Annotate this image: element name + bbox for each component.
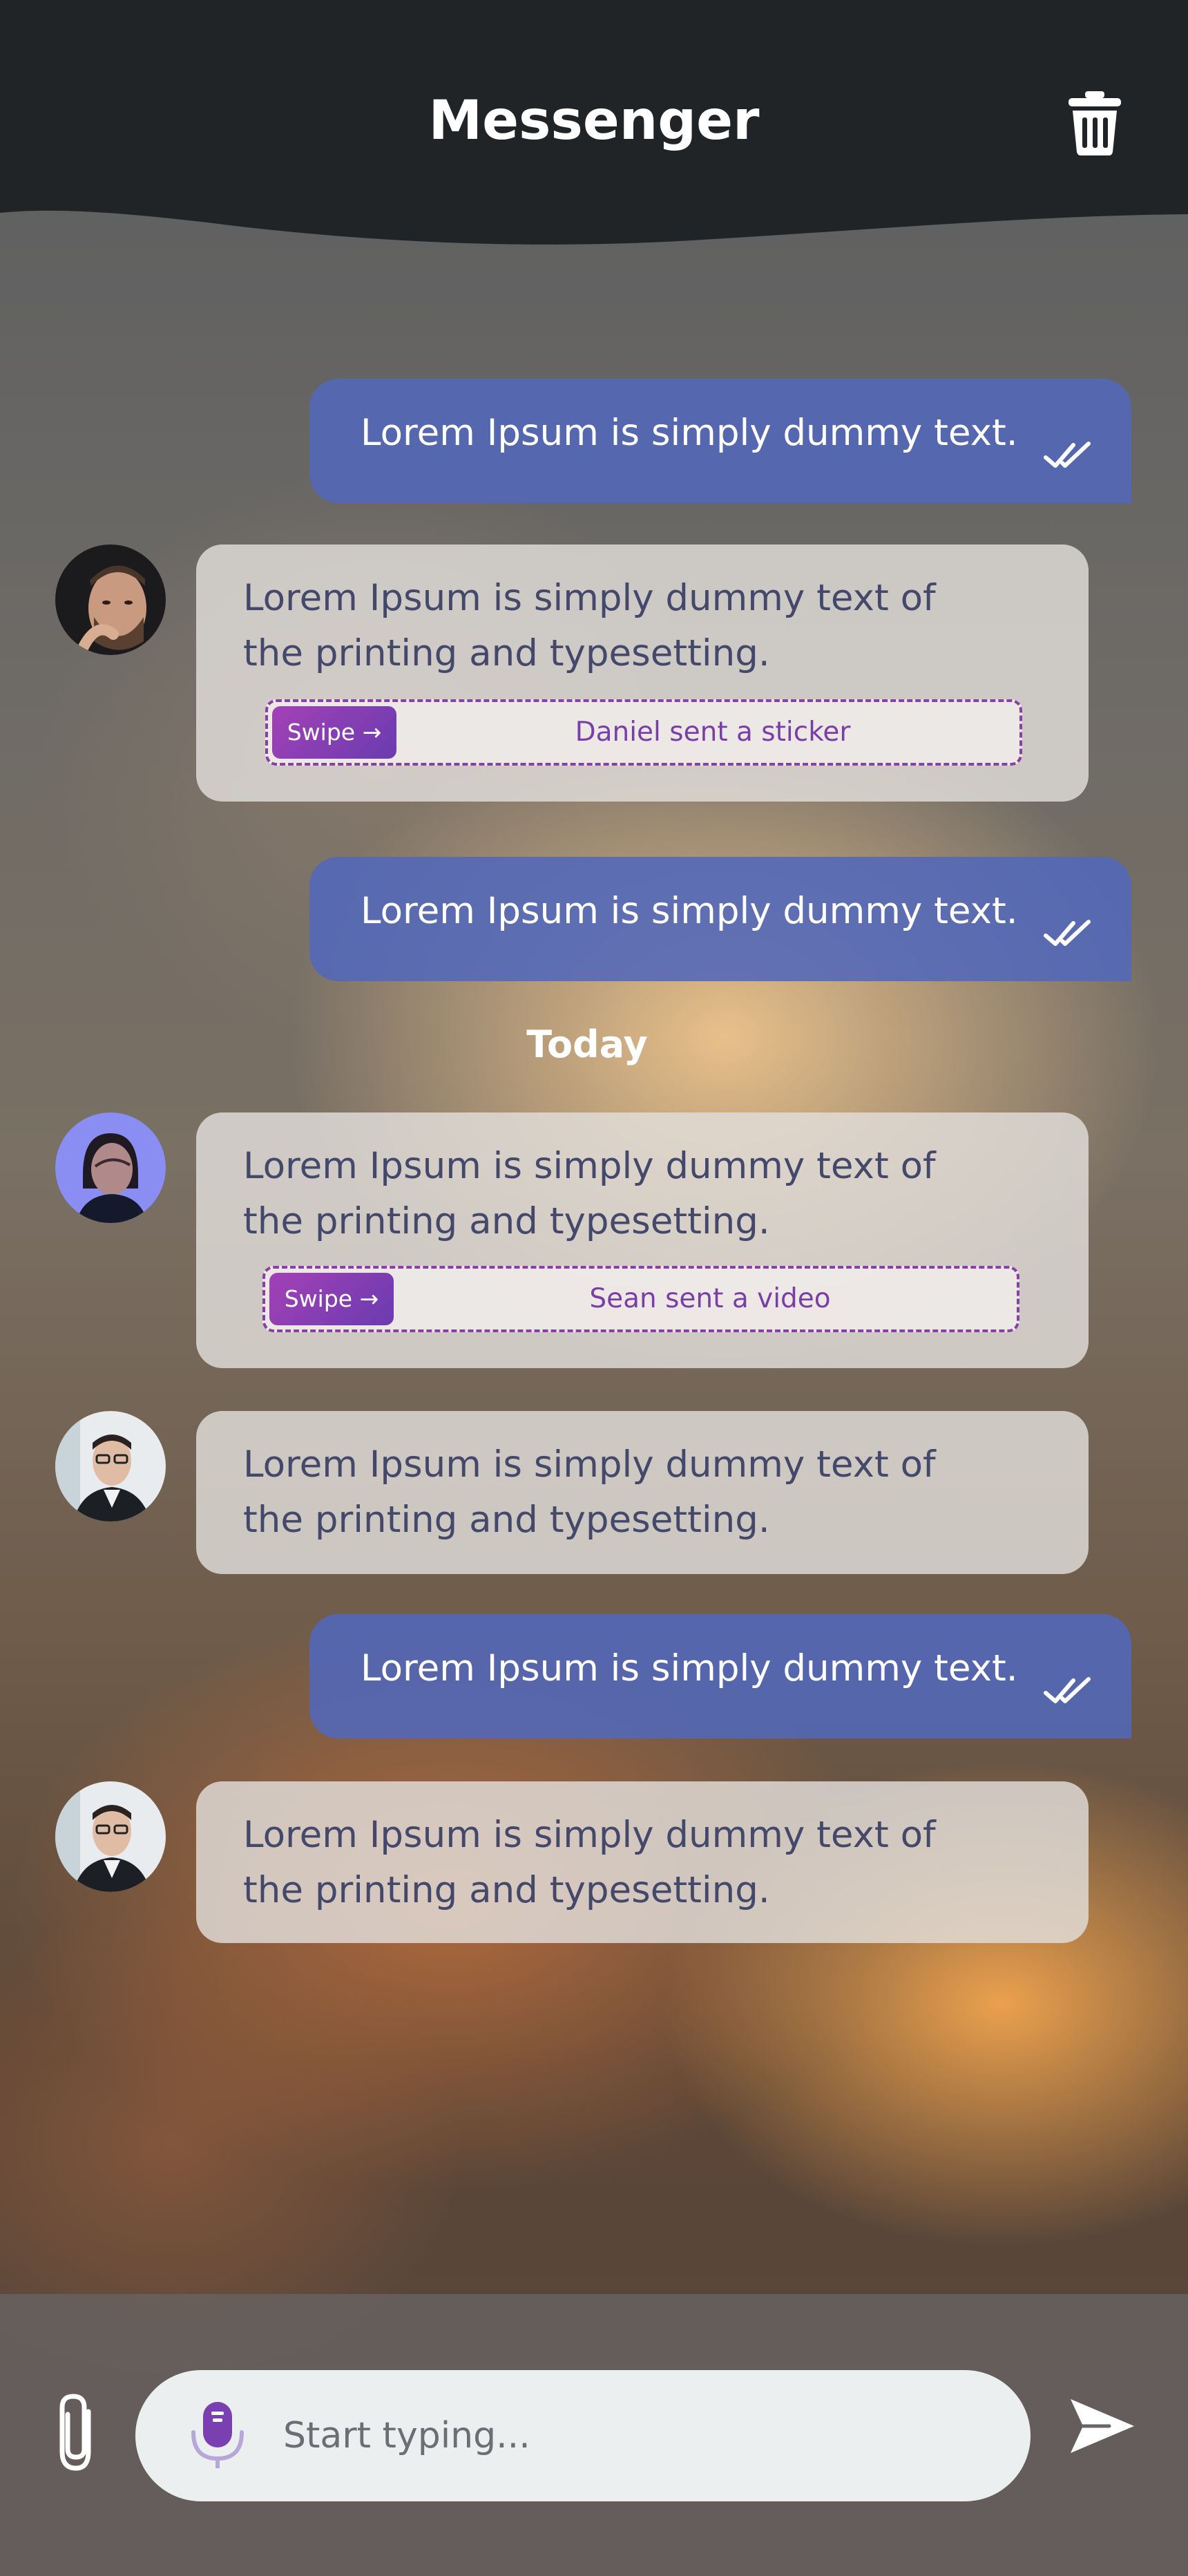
outgoing-message[interactable]: Lorem Ipsum is simply dummy text.	[309, 1614, 1131, 1739]
swipe-notification[interactable]: Swipe → Daniel sent a sticker	[265, 699, 1022, 766]
message-text: Lorem Ipsum is simply dummy text of the …	[243, 1443, 936, 1541]
message-text: Lorem Ipsum is simply dummy text.	[361, 890, 1018, 932]
incoming-message[interactable]: Lorem Ipsum is simply dummy text of the …	[196, 1781, 1089, 1943]
swipe-label: Daniel sent a sticker	[575, 717, 851, 748]
trash-icon[interactable]	[1067, 90, 1122, 156]
double-check-icon	[1044, 920, 1091, 946]
outgoing-message[interactable]: Lorem Ipsum is simply dummy text.	[309, 379, 1131, 503]
swipe-button[interactable]: Swipe →	[269, 1273, 394, 1325]
paperclip-icon[interactable]	[50, 2391, 105, 2474]
double-check-icon	[1044, 1677, 1091, 1703]
app-header: Messenger	[0, 0, 1188, 249]
message-text: Lorem Ipsum is simply dummy text.	[361, 412, 1018, 454]
date-divider: Today	[526, 1023, 648, 1066]
message-placeholder: Start typing...	[283, 2415, 530, 2456]
double-check-icon	[1044, 442, 1091, 468]
incoming-message[interactable]: Lorem Ipsum is simply dummy text of the …	[196, 1411, 1089, 1574]
message-text: Lorem Ipsum is simply dummy text of the …	[243, 1145, 936, 1242]
man-glasses-avatar[interactable]	[55, 1411, 166, 1522]
page-title: Messenger	[428, 90, 760, 152]
incoming-message[interactable]: Lorem Ipsum is simply dummy text of the …	[196, 1112, 1089, 1368]
incoming-message[interactable]: Lorem Ipsum is simply dummy text of the …	[196, 544, 1089, 802]
message-composer: Start typing...	[0, 2294, 1188, 2576]
microphone-icon[interactable]	[188, 2400, 247, 2470]
message-text: Lorem Ipsum is simply dummy text of the …	[243, 1814, 936, 1911]
swipe-label: Sean sent a video	[589, 1283, 831, 1314]
woman-avatar[interactable]	[55, 1112, 166, 1223]
message-text: Lorem Ipsum is simply dummy text.	[361, 1647, 1018, 1689]
message-text: Lorem Ipsum is simply dummy text of the …	[243, 577, 936, 674]
man-glasses-avatar[interactable]	[55, 1781, 166, 1892]
swipe-button[interactable]: Swipe →	[272, 706, 396, 759]
outgoing-message[interactable]: Lorem Ipsum is simply dummy text.	[309, 857, 1131, 981]
send-icon[interactable]	[1068, 2395, 1137, 2457]
swipe-notification[interactable]: Swipe → Sean sent a video	[262, 1266, 1019, 1332]
man-beard-avatar[interactable]	[55, 544, 166, 655]
message-input[interactable]: Start typing...	[135, 2370, 1031, 2501]
